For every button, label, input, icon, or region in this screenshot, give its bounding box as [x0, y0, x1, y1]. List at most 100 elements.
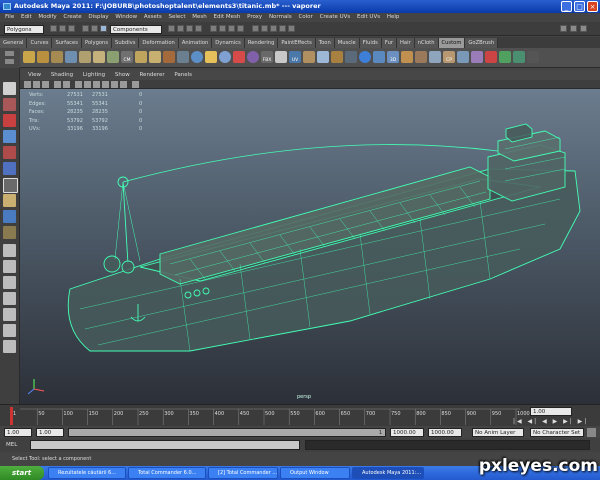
ipr-render-icon[interactable] [279, 25, 286, 32]
ship-wireframe-model[interactable] [20, 89, 600, 404]
menu-help[interactable]: Help [387, 14, 400, 20]
tab-subdivs[interactable]: Subdivs [112, 38, 140, 48]
minimize-button[interactable]: _ [561, 1, 572, 12]
panel-menu-panels[interactable]: Panels [174, 72, 192, 78]
shelf-merge-icon[interactable] [163, 51, 175, 63]
character-set-dropdown[interactable]: No Character Set [530, 428, 584, 437]
animation-prefs-icon[interactable] [587, 428, 596, 437]
scale-tool-icon[interactable] [3, 162, 16, 175]
history-icon[interactable] [252, 25, 259, 32]
shelf-material-icon[interactable] [247, 51, 259, 63]
tab-fur[interactable]: Fur [381, 38, 397, 48]
wireframe-icon[interactable] [75, 81, 82, 88]
shelf-3d-icon[interactable]: 3D [387, 51, 399, 63]
tab-custom[interactable]: Custom [438, 38, 466, 48]
tab-curves[interactable]: Curves [27, 38, 53, 48]
tab-general[interactable]: General [0, 38, 28, 48]
end-time-field[interactable]: 1000.00 [428, 428, 462, 437]
menu-modify[interactable]: Modify [38, 14, 56, 20]
panel-menu-lighting[interactable]: Lighting [83, 72, 105, 78]
panel-menu-view[interactable]: View [28, 72, 41, 78]
open-scene-icon[interactable] [59, 25, 66, 32]
tab-polygons[interactable]: Polygons [81, 38, 113, 48]
shelf-box-icon[interactable] [37, 51, 49, 63]
universal-manip-icon[interactable] [3, 178, 18, 193]
menu-mesh[interactable]: Mesh [192, 14, 206, 20]
menu-set-dropdown[interactable]: Polygons [4, 25, 44, 34]
select-by-object-icon[interactable] [91, 25, 98, 32]
anim-layer-dropdown[interactable]: No Anim Layer [472, 428, 524, 437]
snap-point-icon[interactable] [228, 25, 235, 32]
selection-mode-field[interactable]: Components [110, 25, 162, 34]
tab-deformation[interactable]: Deformation [139, 38, 179, 48]
save-scene-icon[interactable] [68, 25, 75, 32]
select-tool-icon[interactable] [3, 82, 16, 95]
playback-end-field[interactable]: 1000.00 [390, 428, 424, 437]
menu-assets[interactable]: Assets [144, 14, 162, 20]
current-time-marker[interactable] [10, 407, 13, 425]
menu-window[interactable]: Window [115, 14, 137, 20]
tab-animation[interactable]: Animation [178, 38, 213, 48]
shelf-bevel-icon[interactable] [79, 51, 91, 63]
channel-box-icon[interactable] [580, 25, 587, 32]
move-tool-icon[interactable] [3, 130, 16, 143]
grid-toggle-icon[interactable] [63, 81, 70, 88]
shelf-helix-icon[interactable] [415, 51, 427, 63]
tab-muscle[interactable]: Muscle [334, 38, 360, 48]
shelf-plane-icon[interactable] [345, 51, 357, 63]
playback-start-field[interactable]: 1.00 [36, 428, 64, 437]
xray-icon[interactable] [102, 81, 109, 88]
shelf-options-icon[interactable] [5, 59, 14, 64]
shelf-cube-icon[interactable] [23, 51, 35, 63]
edge-mask-icon[interactable] [177, 25, 184, 32]
shelf-cp-icon[interactable]: CP [443, 51, 455, 63]
shelf-planar-icon[interactable] [303, 51, 315, 63]
uv-mask-icon[interactable] [195, 25, 202, 32]
menu-normals[interactable]: Normals [269, 14, 292, 20]
render-settings-icon[interactable] [288, 25, 295, 32]
menu-edit-uvs[interactable]: Edit UVs [357, 14, 380, 20]
shelf-red-icon[interactable] [233, 51, 245, 63]
shelf-combine-icon[interactable] [93, 51, 105, 63]
close-button[interactable]: × [587, 1, 598, 12]
render-view-icon[interactable] [261, 25, 268, 32]
shelf-sphere2-icon[interactable] [219, 51, 231, 63]
shelf-uv-icon[interactable]: UV [289, 51, 301, 63]
shelf-light-icon[interactable] [205, 51, 217, 63]
menu-select[interactable]: Select [169, 14, 186, 20]
shelf-fbx-icon[interactable]: FBX [261, 51, 273, 63]
new-scene-icon[interactable] [50, 25, 57, 32]
tab-painteffects[interactable]: PaintEffects [278, 38, 316, 48]
four-view-layout-icon[interactable] [3, 260, 16, 273]
shelf-blue-sphere-icon[interactable] [359, 51, 371, 63]
menu-file[interactable]: File [5, 14, 14, 20]
shelf-wrap-icon[interactable] [513, 51, 525, 63]
shelf-script-icon[interactable] [527, 51, 539, 63]
soft-mod-tool-icon[interactable] [3, 194, 16, 207]
shelf-wire-icon[interactable] [177, 51, 189, 63]
tab-rendering[interactable]: Rendering [244, 38, 279, 48]
texture-icon[interactable] [111, 81, 118, 88]
camera-attributes-icon[interactable] [33, 81, 40, 88]
persp-outliner-layout-icon[interactable] [3, 276, 16, 289]
tab-gozbrush[interactable]: GoZBrush [465, 38, 499, 48]
taskbar-item-total-commander-2[interactable]: [2] Total Commander ... [208, 467, 278, 479]
shelf-extrude-icon[interactable] [51, 51, 63, 63]
current-frame-field[interactable]: 1.00 [530, 407, 572, 416]
outliner-layout-icon[interactable] [3, 340, 16, 353]
show-manip-icon[interactable] [3, 210, 16, 223]
shelf-sphere-icon[interactable] [191, 51, 203, 63]
panel-menu-show[interactable]: Show [115, 72, 130, 78]
tab-hair[interactable]: Hair [397, 38, 415, 48]
playback-controls[interactable]: |◀ ◀| ◀ ▶ ▶| ▶| [513, 418, 597, 426]
hypershade-layout-icon[interactable] [3, 308, 16, 321]
perspective-viewport[interactable]: Verts: 27531 27531 0 Edges: 55341 55341 0 Face… [20, 89, 600, 404]
shelf-pyramid-icon[interactable] [471, 51, 483, 63]
shelf-tab-menu-icon[interactable] [5, 51, 14, 56]
select-by-hierarchy-icon[interactable] [82, 25, 89, 32]
lasso-tool-icon[interactable] [3, 98, 16, 111]
mel-input[interactable] [30, 440, 300, 450]
time-slider[interactable]: 1 50 100 150 200 250 300 350 400 450 500 550 600 650 7… [0, 404, 600, 426]
shelf-paint-icon[interactable] [499, 51, 511, 63]
shelf-separate-icon[interactable] [107, 51, 119, 63]
